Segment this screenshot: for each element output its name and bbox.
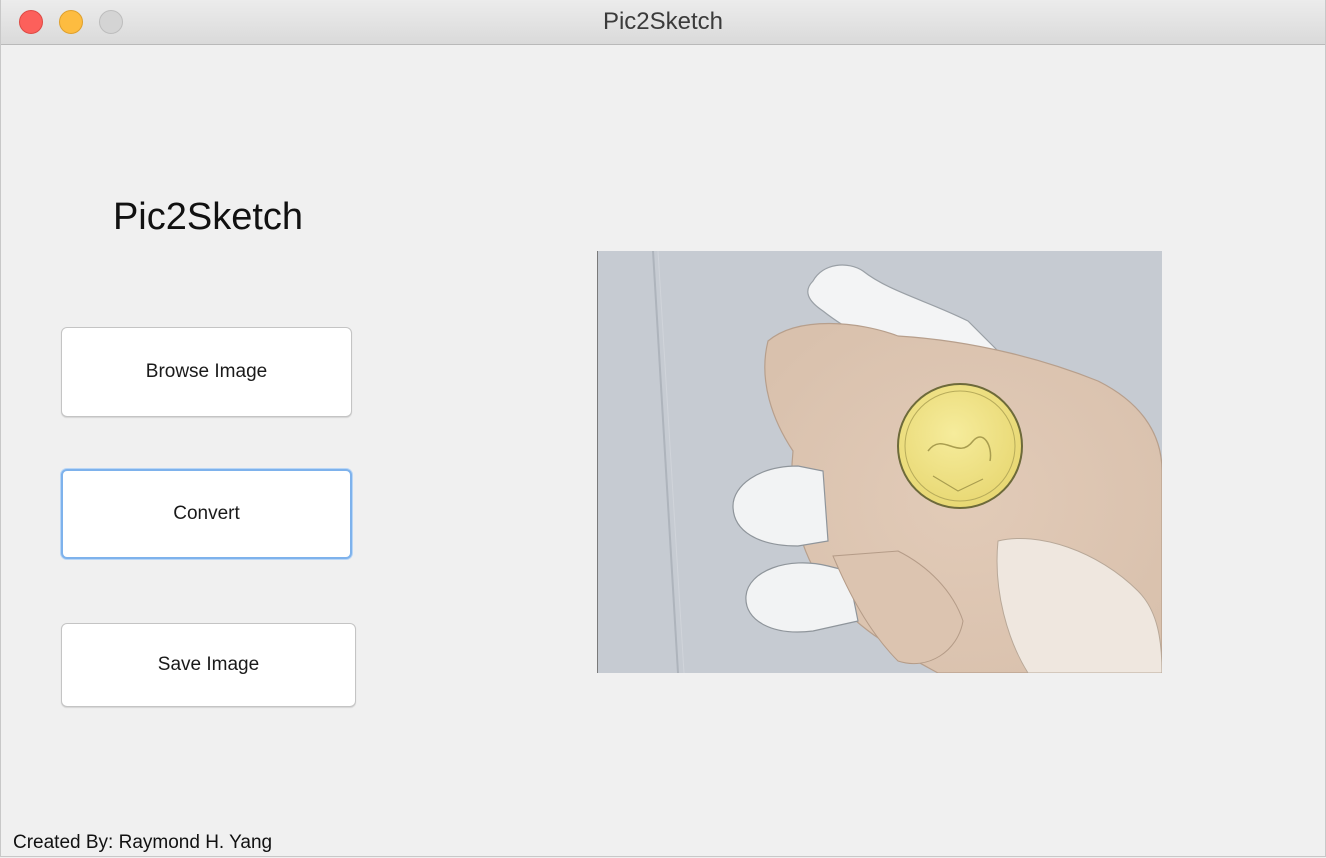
sketch-preview-image [597, 251, 1162, 673]
browse-image-button[interactable]: Browse Image [61, 327, 352, 417]
save-image-label: Save Image [157, 654, 260, 675]
browse-image-label: Browse Image [145, 361, 268, 382]
window-title: Pic2Sketch [602, 8, 724, 35]
app-heading: Pic2Sketch [112, 196, 304, 238]
title-bar[interactable]: Pic2Sketch [1, 0, 1325, 45]
convert-label: Convert [173, 503, 240, 524]
save-image-button[interactable]: Save Image [61, 623, 356, 707]
sketch-illustration [598, 251, 1162, 673]
convert-button[interactable]: Convert [61, 469, 352, 559]
credit-text: Created By: Raymond H. Yang [13, 832, 273, 853]
app-window: Pic2Sketch Pic2Sketch Browse Image Conve… [0, 0, 1326, 857]
